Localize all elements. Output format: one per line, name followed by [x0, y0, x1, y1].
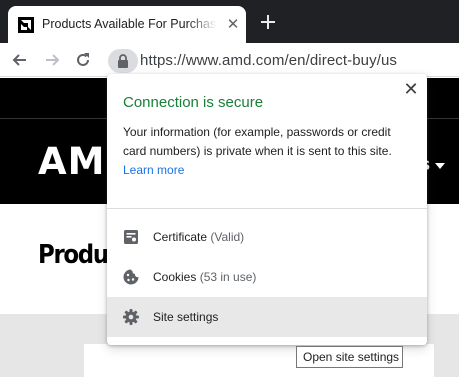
tab-close-icon[interactable]: ✕ [225, 17, 241, 33]
tab-strip: Products Available For Purchase ✕ [0, 0, 459, 43]
cookies-label: Cookies [153, 270, 197, 284]
certificate-icon [124, 230, 138, 244]
gear-icon [123, 309, 139, 325]
close-icon[interactable]: ✕ [403, 80, 419, 98]
site-settings-item[interactable]: Site settings [107, 297, 427, 337]
chevron-down-icon [435, 163, 445, 169]
amd-logo[interactable]: AM [38, 140, 105, 183]
omnibox[interactable]: https://www.amd.com/en/direct-buy/us [104, 47, 459, 75]
connection-description: Your information (for example, passwords… [123, 125, 392, 158]
cookies-count: (53 in use) [199, 270, 257, 284]
site-info-button[interactable] [108, 49, 138, 73]
tooltip: Open site settings [296, 346, 403, 368]
certificate-status: (Valid) [210, 230, 245, 244]
site-info-popup: Connection is secure ✕ Your information … [107, 74, 427, 345]
certificate-label: Certificate [153, 230, 208, 244]
learn-more-link[interactable]: Learn more [123, 163, 184, 177]
lock-icon [118, 54, 128, 68]
amd-logo-icon [18, 17, 34, 33]
connection-status-title: Connection is secure [123, 94, 264, 111]
tab-products[interactable]: Products Available For Purchase ✕ [8, 6, 246, 43]
plus-icon[interactable] [257, 11, 279, 33]
url-text[interactable]: https://www.amd.com/en/direct-buy/us [140, 52, 397, 69]
browser-toolbar: https://www.amd.com/en/direct-buy/us [0, 43, 459, 77]
reload-icon[interactable] [73, 50, 93, 70]
tab-title-fade [188, 14, 222, 36]
site-settings-label: Site settings [153, 310, 219, 324]
divider [107, 208, 427, 209]
arrow-right-icon[interactable] [42, 50, 62, 70]
cookie-icon [123, 269, 139, 285]
arrow-left-icon[interactable] [10, 50, 30, 70]
cookies-item[interactable]: Cookies (53 in use) [107, 257, 427, 297]
certificate-item[interactable]: Certificate (Valid) [107, 217, 427, 257]
